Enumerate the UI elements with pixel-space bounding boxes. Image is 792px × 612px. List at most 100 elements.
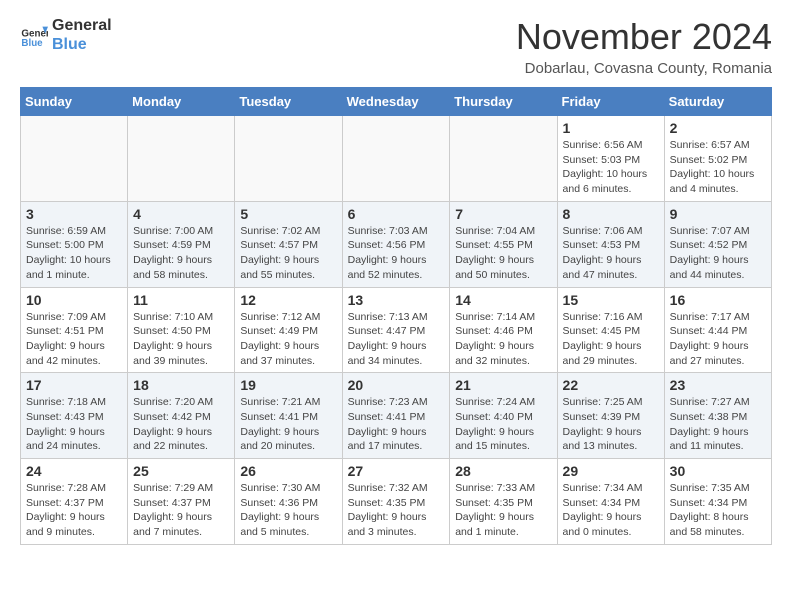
day-number: 22 [563, 377, 659, 393]
day-info: Sunrise: 7:02 AM Sunset: 4:57 PM Dayligh… [240, 224, 336, 283]
calendar-cell: 23 Sunrise: 7:27 AM Sunset: 4:38 PM Dayli… [664, 373, 771, 459]
calendar-cell: 11 Sunrise: 7:10 AM Sunset: 4:50 PM Dayli… [128, 287, 235, 373]
day-number: 19 [240, 377, 336, 393]
day-number: 11 [133, 292, 229, 308]
day-number: 13 [348, 292, 445, 308]
calendar-cell: 5 Sunrise: 7:02 AM Sunset: 4:57 PM Daylig… [235, 201, 342, 287]
calendar-week-3: 17 Sunrise: 7:18 AM Sunset: 4:43 PM Dayli… [21, 373, 772, 459]
col-thursday: Thursday [450, 88, 557, 116]
calendar-cell: 27Sunrise: 7:32 AM Sunset: 4:35 PM Dayli… [342, 459, 450, 545]
day-number: 4 [133, 206, 229, 222]
calendar-cell: 9 Sunrise: 7:07 AM Sunset: 4:52 PM Daylig… [664, 201, 771, 287]
calendar-week-0: 1Sunrise: 6:56 AM Sunset: 5:03 PM Daylig… [21, 116, 772, 202]
col-saturday: Saturday [664, 88, 771, 116]
day-info: Sunrise: 7:03 AM Sunset: 4:56 PM Dayligh… [348, 224, 445, 283]
day-info: Sunrise: 7:24 AM Sunset: 4:40 PM Dayligh… [455, 395, 551, 454]
month-title: November 2024 [516, 16, 772, 58]
day-info: Sunrise: 7:30 AM Sunset: 4:36 PM Dayligh… [240, 481, 336, 540]
calendar-cell [128, 116, 235, 202]
day-info: Sunrise: 7:35 AM Sunset: 4:34 PM Dayligh… [670, 481, 766, 540]
day-number: 24 [26, 463, 122, 479]
day-info: Sunrise: 7:04 AM Sunset: 4:55 PM Dayligh… [455, 224, 551, 283]
day-info: Sunrise: 7:20 AM Sunset: 4:42 PM Dayligh… [133, 395, 229, 454]
calendar-cell [21, 116, 128, 202]
calendar-cell: 25Sunrise: 7:29 AM Sunset: 4:37 PM Dayli… [128, 459, 235, 545]
day-number: 2 [670, 120, 766, 136]
day-number: 8 [563, 206, 659, 222]
day-info: Sunrise: 7:13 AM Sunset: 4:47 PM Dayligh… [348, 310, 445, 369]
calendar-cell: 22Sunrise: 7:25 AM Sunset: 4:39 PM Dayli… [557, 373, 664, 459]
logo: General Blue General Blue [20, 16, 112, 54]
calendar-cell: 7 Sunrise: 7:04 AM Sunset: 4:55 PM Daylig… [450, 201, 557, 287]
calendar-week-2: 10Sunrise: 7:09 AM Sunset: 4:51 PM Dayli… [21, 287, 772, 373]
calendar-cell: 1Sunrise: 6:56 AM Sunset: 5:03 PM Daylig… [557, 116, 664, 202]
day-info: Sunrise: 7:28 AM Sunset: 4:37 PM Dayligh… [26, 481, 122, 540]
day-info: Sunrise: 7:27 AM Sunset: 4:38 PM Dayligh… [670, 395, 766, 454]
calendar-cell: 29 Sunrise: 7:34 AM Sunset: 4:34 PM Dayli… [557, 459, 664, 545]
col-monday: Monday [128, 88, 235, 116]
svg-text:Blue: Blue [21, 38, 43, 49]
logo-line2: Blue [52, 35, 112, 54]
calendar-cell: 10Sunrise: 7:09 AM Sunset: 4:51 PM Dayli… [21, 287, 128, 373]
calendar-cell: 3Sunrise: 6:59 AM Sunset: 5:00 PM Daylig… [21, 201, 128, 287]
calendar-cell: 6 Sunrise: 7:03 AM Sunset: 4:56 PM Daylig… [342, 201, 450, 287]
calendar: Sunday Monday Tuesday Wednesday Thursday… [20, 87, 772, 545]
header: General Blue General Blue November 2024 … [20, 16, 772, 77]
day-info: Sunrise: 6:57 AM Sunset: 5:02 PM Dayligh… [670, 138, 766, 197]
day-info: Sunrise: 7:10 AM Sunset: 4:50 PM Dayligh… [133, 310, 229, 369]
day-number: 23 [670, 377, 766, 393]
calendar-cell: 13 Sunrise: 7:13 AM Sunset: 4:47 PM Dayli… [342, 287, 450, 373]
day-info: Sunrise: 6:59 AM Sunset: 5:00 PM Dayligh… [26, 224, 122, 283]
day-info: Sunrise: 7:07 AM Sunset: 4:52 PM Dayligh… [670, 224, 766, 283]
day-info: Sunrise: 7:33 AM Sunset: 4:35 PM Dayligh… [455, 481, 551, 540]
calendar-cell: 20Sunrise: 7:23 AM Sunset: 4:41 PM Dayli… [342, 373, 450, 459]
day-number: 29 [563, 463, 659, 479]
page-container: General Blue General Blue November 2024 … [0, 0, 792, 561]
day-number: 12 [240, 292, 336, 308]
calendar-header: Sunday Monday Tuesday Wednesday Thursday… [21, 88, 772, 116]
day-number: 9 [670, 206, 766, 222]
calendar-cell: 18 Sunrise: 7:20 AM Sunset: 4:42 PM Dayli… [128, 373, 235, 459]
calendar-cell: 19 Sunrise: 7:21 AM Sunset: 4:41 PM Dayli… [235, 373, 342, 459]
calendar-cell [342, 116, 450, 202]
col-tuesday: Tuesday [235, 88, 342, 116]
day-number: 27 [348, 463, 445, 479]
day-number: 5 [240, 206, 336, 222]
day-info: Sunrise: 7:18 AM Sunset: 4:43 PM Dayligh… [26, 395, 122, 454]
calendar-cell: 14Sunrise: 7:14 AM Sunset: 4:46 PM Dayli… [450, 287, 557, 373]
logo-icon: General Blue [20, 21, 48, 49]
location: Dobarlau, Covasna County, Romania [516, 60, 772, 77]
calendar-cell: 4 Sunrise: 7:00 AM Sunset: 4:59 PM Daylig… [128, 201, 235, 287]
calendar-cell: 2 Sunrise: 6:57 AM Sunset: 5:02 PM Daylig… [664, 116, 771, 202]
day-info: Sunrise: 7:21 AM Sunset: 4:41 PM Dayligh… [240, 395, 336, 454]
day-number: 7 [455, 206, 551, 222]
calendar-cell [450, 116, 557, 202]
calendar-cell: 8 Sunrise: 7:06 AM Sunset: 4:53 PM Daylig… [557, 201, 664, 287]
day-number: 18 [133, 377, 229, 393]
calendar-cell: 30 Sunrise: 7:35 AM Sunset: 4:34 PM Dayli… [664, 459, 771, 545]
day-number: 30 [670, 463, 766, 479]
day-number: 6 [348, 206, 445, 222]
col-friday: Friday [557, 88, 664, 116]
day-number: 17 [26, 377, 122, 393]
logo-line1: General [52, 16, 112, 35]
day-number: 25 [133, 463, 229, 479]
day-number: 21 [455, 377, 551, 393]
day-info: Sunrise: 7:12 AM Sunset: 4:49 PM Dayligh… [240, 310, 336, 369]
calendar-cell: 12 Sunrise: 7:12 AM Sunset: 4:49 PM Dayli… [235, 287, 342, 373]
title-area: November 2024 Dobarlau, Covasna County, … [516, 16, 772, 77]
day-info: Sunrise: 7:34 AM Sunset: 4:34 PM Dayligh… [563, 481, 659, 540]
calendar-body: 1Sunrise: 6:56 AM Sunset: 5:03 PM Daylig… [21, 116, 772, 545]
day-number: 28 [455, 463, 551, 479]
day-info: Sunrise: 7:16 AM Sunset: 4:45 PM Dayligh… [563, 310, 659, 369]
calendar-cell: 17 Sunrise: 7:18 AM Sunset: 4:43 PM Dayli… [21, 373, 128, 459]
day-info: Sunrise: 7:14 AM Sunset: 4:46 PM Dayligh… [455, 310, 551, 369]
calendar-week-4: 24 Sunrise: 7:28 AM Sunset: 4:37 PM Dayli… [21, 459, 772, 545]
day-info: Sunrise: 7:00 AM Sunset: 4:59 PM Dayligh… [133, 224, 229, 283]
col-sunday: Sunday [21, 88, 128, 116]
header-row: Sunday Monday Tuesday Wednesday Thursday… [21, 88, 772, 116]
calendar-cell: 26Sunrise: 7:30 AM Sunset: 4:36 PM Dayli… [235, 459, 342, 545]
calendar-week-1: 3Sunrise: 6:59 AM Sunset: 5:00 PM Daylig… [21, 201, 772, 287]
day-info: Sunrise: 7:06 AM Sunset: 4:53 PM Dayligh… [563, 224, 659, 283]
day-info: Sunrise: 6:56 AM Sunset: 5:03 PM Dayligh… [563, 138, 659, 197]
